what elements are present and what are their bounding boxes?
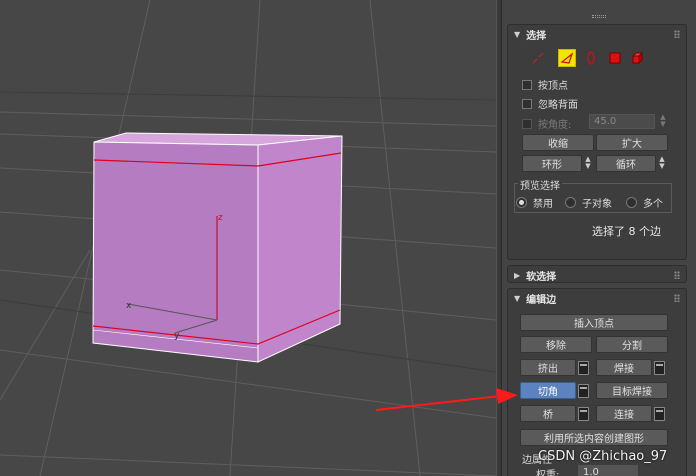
drag-handle-icon[interactable] — [674, 30, 680, 38]
selection-title: 选择 — [526, 30, 547, 42]
loop-button[interactable]: 循环 — [596, 155, 656, 172]
chamfer-settings-icon[interactable] — [578, 384, 589, 398]
ring-button[interactable]: 环形 — [522, 155, 582, 172]
drag-handle-icon[interactable] — [674, 294, 680, 302]
selection-rollout-header[interactable]: ▼ 选择 — [508, 25, 686, 43]
edge-icon[interactable] — [558, 49, 576, 67]
drag-handle-icon[interactable] — [674, 271, 680, 279]
soft-selection-rollout: ▶ 软选择 — [507, 265, 687, 283]
grow-button[interactable]: 扩大 — [596, 134, 668, 151]
axis-x-label: x — [126, 301, 132, 311]
panel-grip[interactable] — [592, 15, 606, 18]
shrink-button[interactable]: 收缩 — [522, 134, 594, 151]
radio-dot — [565, 197, 576, 208]
edit-edges-header[interactable]: ▼ 编辑边 — [508, 289, 686, 307]
preview-disabled-radio[interactable]: 禁用 — [516, 195, 553, 210]
preview-subobject-radio[interactable]: 子对象 — [565, 195, 612, 210]
border-icon[interactable] — [582, 49, 600, 67]
red-annotation-arrow — [375, 395, 496, 411]
soft-selection-header[interactable]: ▶ 软选择 — [508, 266, 686, 284]
weld-settings-icon[interactable] — [654, 361, 665, 375]
bridge-settings-icon[interactable] — [578, 407, 589, 421]
axis-z-label: z — [218, 213, 223, 223]
preview-multiple-radio[interactable]: 多个 — [626, 195, 663, 210]
collapse-arrow-icon: ▼ — [514, 293, 521, 303]
polygon-icon[interactable] — [606, 49, 624, 67]
perspective-viewport[interactable]: z x y — [0, 0, 496, 476]
preview-selection-title: 预览选择 — [518, 177, 562, 192]
remove-button[interactable]: 移除 — [520, 336, 592, 353]
by-angle-checkbox[interactable]: 按角度: — [522, 116, 571, 131]
preview-disabled-label: 禁用 — [533, 199, 553, 210]
ring-spinner-icon[interactable]: ▲ ▼ — [583, 155, 593, 172]
viewport-scene[interactable]: z x y — [0, 0, 496, 476]
angle-spinner-icon[interactable]: ▲ ▼ — [658, 113, 668, 130]
create-shape-button[interactable]: 利用所选内容创建图形 — [520, 429, 668, 446]
extrude-settings-icon[interactable] — [578, 361, 589, 375]
target-weld-button[interactable]: 目标焊接 — [596, 382, 668, 399]
vertex-icon[interactable] — [529, 49, 547, 67]
element-icon[interactable] — [629, 49, 647, 67]
connect-settings-icon[interactable] — [654, 407, 665, 421]
weight-label: 权重: — [536, 470, 560, 476]
command-panel: ▼ 选择 按顶点 忽略背面 按角度: 45.0 ▲ ▼ 收缩 扩大 环形 ▲ ▼ 循… — [502, 0, 696, 476]
radio-dot — [516, 197, 527, 208]
checkbox-box — [522, 79, 532, 90]
selection-status: 选择了 8 个边 — [592, 225, 661, 238]
extrude-button[interactable]: 挤出 — [520, 359, 576, 376]
by-vertex-label: 按顶点 — [538, 81, 568, 92]
watermark: CSDN @Zhichao_97 — [538, 449, 668, 464]
cube-side-face[interactable] — [257, 135, 343, 363]
checkbox-box — [522, 118, 532, 129]
weight-field[interactable]: 1.0 — [578, 465, 638, 476]
collapse-arrow-icon: ▼ — [514, 29, 521, 39]
bridge-button[interactable]: 桥 — [520, 405, 576, 422]
ignore-backfacing-label: 忽略背面 — [538, 100, 578, 111]
by-vertex-checkbox[interactable]: 按顶点 — [522, 77, 568, 92]
preview-subobject-label: 子对象 — [582, 199, 612, 210]
arrow-head-icon — [496, 388, 518, 404]
ignore-backfacing-checkbox[interactable]: 忽略背面 — [522, 96, 578, 111]
split-button[interactable]: 分割 — [596, 336, 668, 353]
connect-button[interactable]: 连接 — [596, 405, 652, 422]
checkbox-box — [522, 98, 532, 109]
chamfer-button[interactable]: 切角 — [520, 382, 576, 399]
soft-selection-title: 软选择 — [526, 271, 557, 283]
axis-y-label: y — [174, 331, 180, 341]
radio-dot — [626, 197, 637, 208]
weld-button[interactable]: 焊接 — [596, 359, 652, 376]
edit-edges-title: 编辑边 — [526, 294, 557, 306]
expand-arrow-icon: ▶ — [514, 270, 521, 280]
insert-vertex-button[interactable]: 插入顶点 — [520, 314, 668, 331]
loop-spinner-icon[interactable]: ▲ ▼ — [657, 155, 667, 172]
by-angle-label: 按角度: — [538, 120, 572, 131]
preview-multiple-label: 多个 — [643, 199, 663, 210]
angle-field[interactable]: 45.0 — [589, 114, 655, 129]
